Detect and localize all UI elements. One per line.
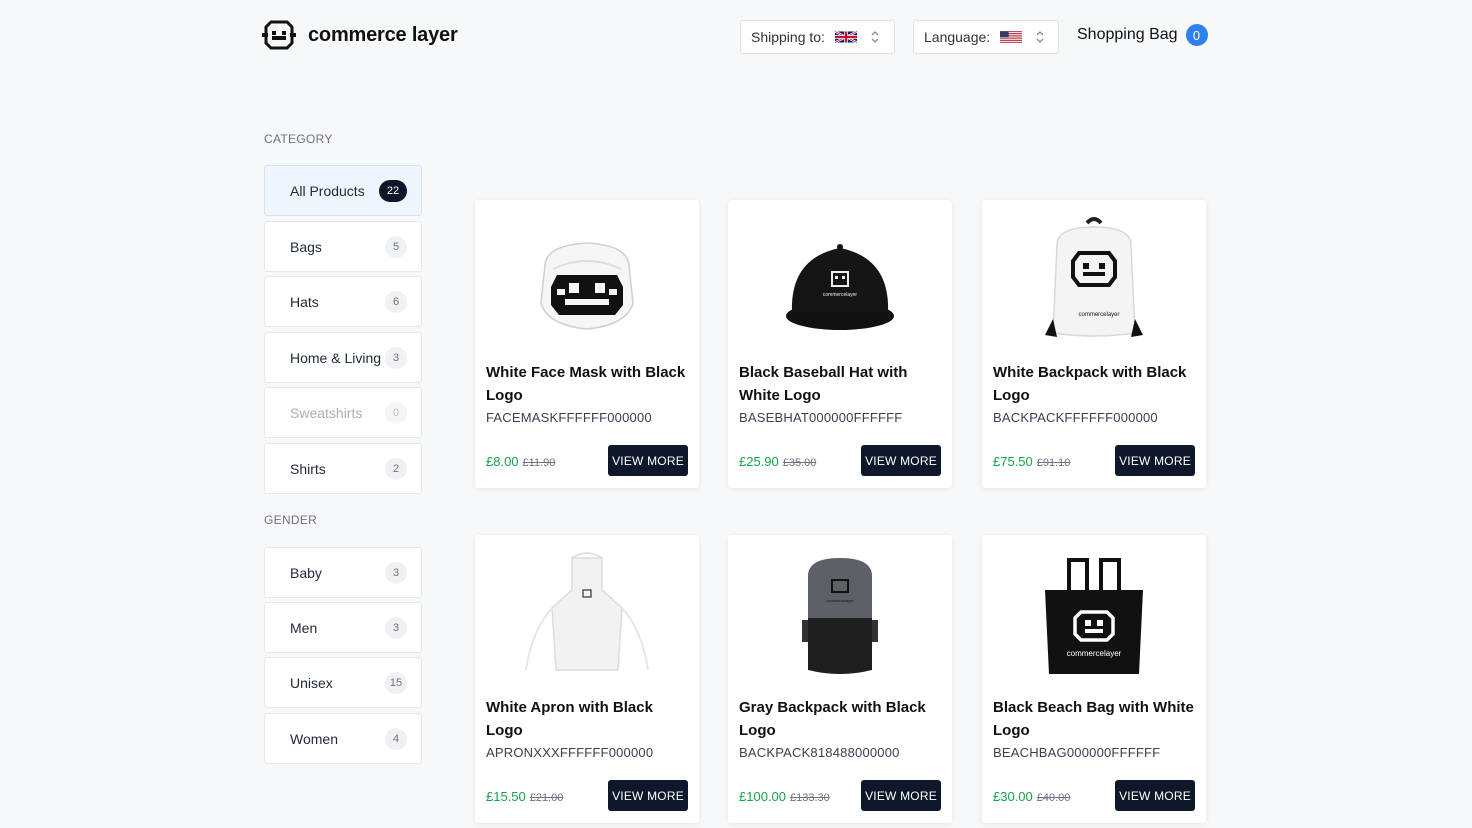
filter-count-badge: 3	[385, 616, 407, 639]
gray-backpack-image[interactable]: commercelayer	[728, 535, 952, 695]
select-chevrons-icon	[1036, 30, 1044, 44]
category-all-products[interactable]: All Products 22	[264, 165, 422, 216]
filter-count-badge: 3	[385, 561, 407, 584]
product-price: £15.50 £21.00	[486, 789, 563, 804]
product-card[interactable]: White Face Mask with Black Logo FACEMASK…	[475, 200, 699, 488]
original-price: £40.00	[1036, 792, 1071, 804]
shipping-country-select[interactable]: Shipping to:	[740, 20, 895, 54]
filter-count-badge: 15	[385, 671, 407, 694]
filter-label: Men	[290, 619, 318, 636]
gender-unisex[interactable]: Unisex 15	[264, 657, 422, 708]
product-sku: FACEMASKFFFFFF000000	[486, 410, 652, 425]
bag-count-badge: 0	[1185, 24, 1208, 46]
product-sku: BACKPACKFFFFFF000000	[993, 410, 1158, 425]
filter-count-badge: 6	[385, 290, 407, 313]
product-price: £8.00 £11.90	[486, 454, 555, 469]
category-hats[interactable]: Hats 6	[264, 276, 422, 327]
filter-label: Baby	[290, 564, 322, 581]
filter-count-badge: 22	[379, 179, 407, 202]
current-price: £75.50	[993, 454, 1033, 469]
apron-image[interactable]	[475, 535, 699, 695]
product-name: White Face Mask with Black Logo	[486, 364, 686, 404]
baseball-hat-image[interactable]: commercelayer	[728, 200, 952, 360]
select-chevrons-icon	[871, 30, 879, 44]
shipping-label: Shipping to:	[751, 29, 825, 45]
brand-name: commerce layer	[308, 23, 458, 46]
product-price: £30.00 £40.00	[993, 789, 1070, 804]
product-price: £25.90 £35.00	[739, 454, 816, 469]
view-more-button[interactable]: VIEW MORE	[1115, 445, 1195, 476]
face-mask-image[interactable]	[475, 200, 699, 360]
original-price: £35.00	[782, 457, 817, 469]
us-flag-icon	[1000, 31, 1023, 43]
product-sku: BEACHBAG000000FFFFFF	[993, 745, 1161, 760]
filter-label: Shirts	[290, 460, 326, 477]
filter-label: Unisex	[290, 674, 333, 691]
original-price: £133.30	[790, 792, 830, 804]
product-card[interactable]: commercelayer Gray Backpack with Black L…	[728, 535, 952, 823]
shopping-bag-label: Shopping Bag	[1077, 26, 1178, 43]
product-name: White Apron with Black Logo	[486, 699, 653, 739]
current-price: £30.00	[993, 789, 1033, 804]
filter-label: Bags	[290, 238, 322, 255]
filter-count-badge: 0	[385, 401, 407, 424]
beach-bag-image[interactable]: commercelayer	[982, 535, 1206, 695]
product-card[interactable]: commercelayer Black Baseball Hat with Wh…	[728, 200, 952, 488]
current-price: £100.00	[739, 789, 786, 804]
filter-label: Home & Living	[290, 349, 382, 366]
current-price: £8.00	[486, 454, 519, 469]
category-sweatshirts: Sweatshirts 0	[264, 387, 422, 438]
product-card[interactable]: commercelayer Black Beach Bag with White…	[982, 535, 1206, 823]
category-bags[interactable]: Bags 5	[264, 221, 422, 272]
view-more-button[interactable]: VIEW MORE	[608, 780, 688, 811]
category-home-living[interactable]: Home & Living 3	[264, 332, 422, 383]
view-more-button[interactable]: VIEW MORE	[608, 445, 688, 476]
current-price: £25.90	[739, 454, 779, 469]
filter-label: Women	[290, 730, 338, 747]
product-name: Black Baseball Hat with White Logo	[739, 364, 908, 404]
view-more-button[interactable]: VIEW MORE	[861, 780, 941, 811]
product-card[interactable]: commercelayer White Backpack with Black …	[982, 200, 1206, 488]
product-name: Gray Backpack with Black Logo	[739, 699, 926, 739]
language-label: Language:	[924, 29, 991, 45]
hat-logo-text: commercelayer	[823, 292, 858, 298]
category-shirts[interactable]: Shirts 2	[264, 443, 422, 494]
filter-label: Hats	[290, 293, 319, 310]
original-price: £21.00	[529, 792, 564, 804]
product-card[interactable]: White Apron with Black Logo APRONXXXFFFF…	[475, 535, 699, 823]
product-price: £100.00 £133.30	[739, 789, 830, 804]
gender-men[interactable]: Men 3	[264, 602, 422, 653]
filter-label: Sweatshirts	[290, 404, 363, 421]
product-sku: BACKPACK818488000000	[739, 745, 900, 760]
brand-logo[interactable]: commerce layer	[262, 18, 458, 52]
product-sku: BASEBHAT000000FFFFFF	[739, 410, 903, 425]
product-sku: APRONXXXFFFFFF000000	[486, 745, 654, 760]
gray-backpack-logo-text: commercelayer	[826, 598, 854, 603]
gender-heading: GENDER	[264, 513, 318, 527]
product-name: White Backpack with Black Logo	[993, 364, 1187, 404]
filter-label: All Products	[290, 182, 365, 199]
product-name: Black Beach Bag with White Logo	[993, 699, 1194, 739]
original-price: £11.90	[522, 457, 556, 469]
category-heading: CATEGORY	[264, 132, 333, 146]
shopping-bag-button[interactable]: Shopping Bag 0	[1077, 24, 1208, 46]
white-backpack-image[interactable]: commercelayer	[982, 200, 1206, 360]
product-price: £75.50 £91.10	[993, 454, 1070, 469]
backpack-logo-text: commercelayer	[1078, 312, 1119, 318]
commerce-layer-logo-icon	[262, 20, 296, 50]
view-more-button[interactable]: VIEW MORE	[1115, 780, 1195, 811]
beach-bag-logo-text: commercelayer	[1067, 649, 1122, 658]
original-price: £91.10	[1036, 457, 1071, 469]
filter-count-badge: 3	[385, 346, 407, 369]
view-more-button[interactable]: VIEW MORE	[861, 445, 941, 476]
language-select[interactable]: Language:	[913, 20, 1059, 54]
uk-flag-icon	[834, 30, 857, 44]
filter-count-badge: 4	[385, 727, 407, 750]
current-price: £15.50	[486, 789, 526, 804]
filter-count-badge: 5	[385, 235, 407, 258]
filter-count-badge: 2	[385, 457, 407, 480]
gender-women[interactable]: Women 4	[264, 713, 422, 764]
gender-baby[interactable]: Baby 3	[264, 547, 422, 598]
